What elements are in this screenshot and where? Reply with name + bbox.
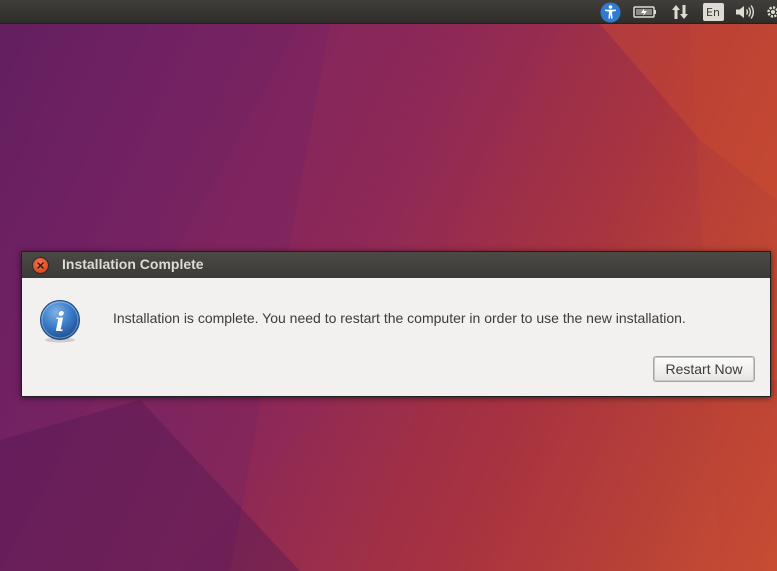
settings-icon[interactable] (765, 0, 777, 24)
restart-now-label: Restart Now (665, 361, 743, 377)
top-panel: En (0, 0, 777, 24)
volume-icon[interactable] (733, 0, 757, 24)
close-icon (37, 262, 44, 269)
desktop: En Installation Complete i Installation … (0, 0, 777, 571)
accessibility-icon[interactable] (598, 0, 622, 24)
battery-icon[interactable] (632, 0, 658, 24)
close-button[interactable] (33, 258, 48, 273)
keyboard-layout-label: En (706, 5, 720, 19)
dialog-title: Installation Complete (62, 256, 204, 272)
dialog-titlebar: Installation Complete (22, 252, 770, 278)
network-icon[interactable] (668, 0, 692, 24)
svg-text:i: i (55, 308, 65, 338)
installation-complete-dialog: Installation Complete i Installation is … (21, 251, 771, 397)
info-icon: i (40, 300, 80, 343)
dialog-message: Installation is complete. You need to re… (113, 310, 686, 326)
restart-now-button[interactable]: Restart Now (653, 356, 755, 382)
keyboard-layout-indicator[interactable]: En (701, 0, 725, 24)
